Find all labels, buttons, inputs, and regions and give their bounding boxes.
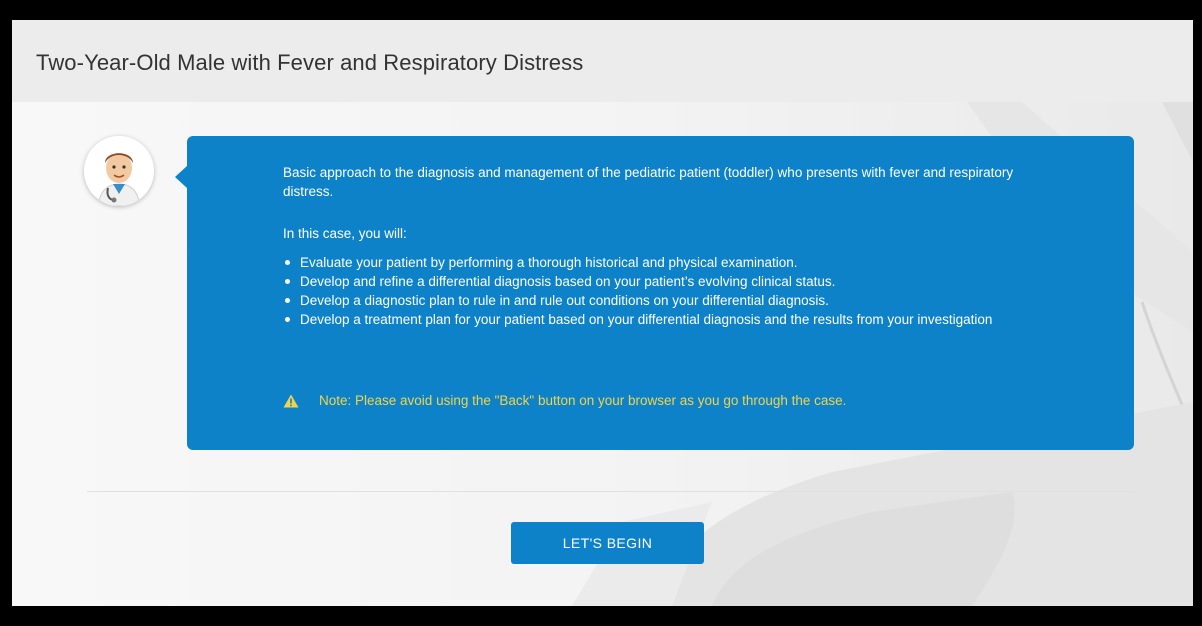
objectives-heading: In this case, you will: bbox=[283, 226, 407, 241]
doctor-avatar bbox=[84, 136, 154, 206]
objective-item: Develop a treatment plan for your patien… bbox=[283, 310, 1043, 329]
browser-back-note: Note: Please avoid using the "Back" butt… bbox=[283, 391, 846, 410]
objective-item: Develop a diagnostic plan to rule in and… bbox=[283, 291, 1043, 310]
divider bbox=[87, 491, 1134, 492]
case-description: Basic approach to the diagnosis and mana… bbox=[283, 165, 1014, 199]
objective-item: Develop and refine a differential diagno… bbox=[283, 272, 1043, 291]
warning-icon bbox=[283, 394, 299, 407]
case-intro-bubble: Basic approach to the diagnosis and mana… bbox=[175, 136, 1134, 450]
page-title: Two-Year-Old Male with Fever and Respira… bbox=[36, 50, 584, 75]
objectives-list: Evaluate your patient by performing a th… bbox=[283, 253, 1043, 329]
doctor-avatar-icon bbox=[84, 136, 154, 206]
case-intro-panel: Two-Year-Old Male with Fever and Respira… bbox=[12, 20, 1193, 606]
note-text: Note: Please avoid using the "Back" butt… bbox=[319, 393, 847, 408]
lets-begin-button[interactable]: LET'S BEGIN bbox=[511, 522, 704, 564]
objective-item: Evaluate your patient by performing a th… bbox=[283, 253, 1043, 272]
page-header: Two-Year-Old Male with Fever and Respira… bbox=[12, 20, 1193, 103]
